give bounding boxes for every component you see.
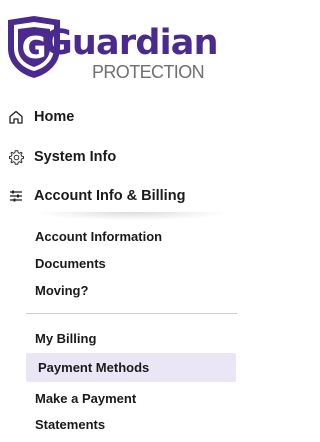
submenu-label: Payment Methods (38, 360, 150, 375)
submenu-label: Statements (35, 416, 106, 432)
nav-account-billing[interactable]: Account Info & Billing (0, 181, 240, 211)
nav-home[interactable]: Home (0, 102, 240, 132)
submenu-statements[interactable]: Statements (26, 411, 236, 437)
guardian-logo[interactable]: G Guardian PROTECTION (4, 14, 219, 84)
home-icon (6, 107, 26, 127)
submenu-make-a-payment[interactable]: Make a Payment (26, 385, 236, 411)
submenu-label: Account Information (35, 228, 163, 244)
submenu-account-information[interactable]: Account Information (26, 223, 236, 249)
submenu-my-billing[interactable]: My Billing (26, 325, 236, 351)
submenu-label: My Billing (35, 330, 97, 346)
nav-account-billing-label: Account Info & Billing (34, 188, 186, 204)
brand-tagline: PROTECTION (92, 62, 205, 82)
submenu-label: Make a Payment (35, 390, 137, 406)
section-shadow (40, 212, 225, 220)
submenu-documents[interactable]: Documents (26, 250, 236, 276)
gear-icon (6, 147, 26, 167)
sliders-icon (6, 186, 26, 206)
shield-letter: G (22, 31, 47, 66)
submenu-label: Moving? (35, 282, 89, 298)
brand-name: Guardian (44, 23, 219, 63)
submenu-divider (26, 313, 237, 314)
nav-system-info-label: System Info (34, 149, 117, 165)
nav-home-label: Home (34, 109, 75, 125)
submenu-payment-methods[interactable]: Payment Methods (26, 353, 236, 382)
sidebar: G Guardian PROTECTION Home System Info A… (0, 0, 253, 442)
submenu-label: Documents (35, 255, 106, 271)
submenu-moving[interactable]: Moving? (26, 277, 236, 303)
nav-system-info[interactable]: System Info (0, 142, 240, 172)
